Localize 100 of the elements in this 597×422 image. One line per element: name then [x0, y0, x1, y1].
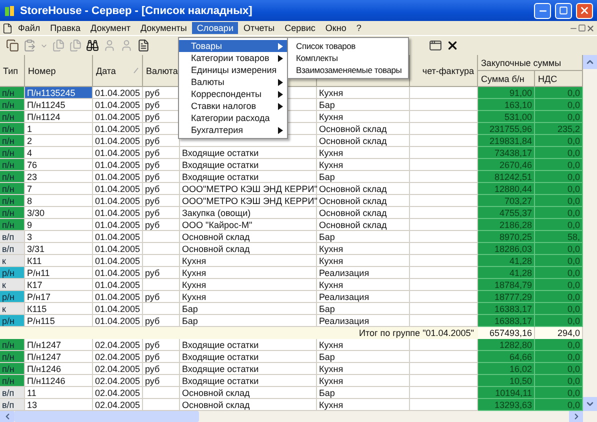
type-cell: в/п	[0, 243, 25, 255]
table-cell: Реализация	[317, 267, 410, 279]
table-cell: 531,00	[478, 111, 535, 123]
type-cell: п/н	[0, 375, 25, 387]
table-cell: 0,0	[535, 303, 583, 315]
table-cell: 16383,17	[478, 315, 535, 327]
table-cell: Р/н11	[25, 267, 93, 279]
table-cell: 16,02	[478, 363, 535, 375]
table-cell: Бар	[317, 231, 410, 243]
table-cell: 0,0	[535, 219, 583, 231]
table-cell: Входящие остатки	[180, 147, 317, 159]
table-cell: 01.04.2005	[93, 195, 143, 207]
table-cell: 01.04.2005	[93, 111, 143, 123]
type-cell: п/н	[0, 159, 25, 171]
table-cell: 01.04.2005	[93, 99, 143, 111]
table-cell: К11	[25, 255, 93, 267]
table-cell: 02.04.2005	[93, 339, 143, 351]
table-cell: 01.04.2005	[93, 135, 143, 147]
table-cell: 01.04.2005	[93, 243, 143, 255]
table-cell: 7	[25, 183, 93, 195]
type-cell: к	[0, 279, 25, 291]
table-cell: 91,00	[478, 87, 535, 99]
table-cell: 0,0	[535, 279, 583, 291]
table-cell: П/н1247	[25, 339, 93, 351]
type-cell: п/н	[0, 147, 25, 159]
table-cell: 76	[25, 159, 93, 171]
table-cell: Р/н17	[25, 291, 93, 303]
type-cell: п/н	[0, 171, 25, 183]
table-cell: Кухня	[317, 159, 410, 171]
table-cell: Входящие остатки	[180, 351, 317, 363]
table-cell: Бар	[317, 171, 410, 183]
table-cell: Кухня	[317, 255, 410, 267]
table-cell: руб	[143, 291, 180, 303]
table-cell: 11	[25, 387, 93, 399]
table-cell: 18777,29	[478, 291, 535, 303]
table-cell: 01.04.2005	[93, 279, 143, 291]
table-cell: П/н11246	[25, 375, 93, 387]
table-cell: 0,0	[535, 339, 583, 351]
table-cell: 0,0	[535, 99, 583, 111]
window-title: StoreHouse - Сервер - [Список накладных]	[20, 4, 254, 16]
table-cell: ООО "Кайрос-М"	[180, 219, 317, 231]
table-cell: руб	[143, 267, 180, 279]
table-cell: 9	[25, 219, 93, 231]
table-cell: Входящие остатки	[180, 171, 317, 183]
table-cell: Входящие остатки	[180, 363, 317, 375]
table-cell: 3/31	[25, 243, 93, 255]
table-cell: руб	[143, 183, 180, 195]
table-cell: 02.04.2005	[93, 387, 143, 399]
table-cell: 3/30	[25, 207, 93, 219]
table-cell: Кухня	[317, 375, 410, 387]
table-cell: 0,0	[535, 207, 583, 219]
table-cell: 0,0	[535, 363, 583, 375]
table-cell: 0,0	[535, 171, 583, 183]
table-cell: ООО"МЕТРО КЭШ ЭНД КЕРРИ"	[180, 183, 317, 195]
table-cell: 0,0	[535, 243, 583, 255]
table-cell: 01.04.2005	[93, 291, 143, 303]
table-cell: Закупка (овощи)	[180, 207, 317, 219]
table-cell: Реализация	[317, 291, 410, 303]
table-cell: 0,0	[535, 375, 583, 387]
table-cell: Кухня	[317, 279, 410, 291]
table-cell: Бар	[317, 351, 410, 363]
table-cell: ООО"МЕТРО КЭШ ЭНД КЕРРИ"	[180, 195, 317, 207]
type-cell: п/н	[0, 99, 25, 111]
type-cell: р/н	[0, 291, 25, 303]
total-label: Итог по группе "01.04.2005"	[358, 327, 475, 339]
type-cell: п/н	[0, 207, 25, 219]
table-cell: 16383,17	[478, 303, 535, 315]
table-cell: Кухня	[317, 87, 410, 99]
type-cell: п/н	[0, 183, 25, 195]
type-cell: к	[0, 255, 25, 267]
type-cell: п/н	[0, 339, 25, 351]
table-cell: 23	[25, 171, 93, 183]
table-cell: 2	[25, 135, 93, 147]
table-cell: Бар	[317, 99, 410, 111]
table-cell: руб	[143, 171, 180, 183]
table-cell: 01.04.2005	[93, 231, 143, 243]
type-cell: р/н	[0, 315, 25, 327]
table-cell: 01.04.2005	[93, 171, 143, 183]
table-cell: руб	[143, 159, 180, 171]
table-cell: Кухня	[180, 279, 317, 291]
table-cell: 73438,17	[478, 147, 535, 159]
table-cell: 0,0	[535, 387, 583, 399]
table-cell: 231755,96	[478, 123, 535, 135]
table-cell: 163,10	[478, 99, 535, 111]
table-cell: руб	[143, 339, 180, 351]
table-cell: 0,0	[535, 135, 583, 147]
table-cell: Бар	[317, 303, 410, 315]
table-cell: 01.04.2005	[93, 267, 143, 279]
table-cell: 10194,11	[478, 387, 535, 399]
type-cell: п/н	[0, 87, 25, 99]
table-cell: 8	[25, 195, 93, 207]
table-cell: 01.04.2005	[93, 159, 143, 171]
type-cell: р/н	[0, 267, 25, 279]
table-cell: Основной склад	[180, 243, 317, 255]
table-cell: Кухня	[317, 243, 410, 255]
type-cell: к	[0, 303, 25, 315]
table-cell: 0,0	[535, 315, 583, 327]
type-cell: п/н	[0, 123, 25, 135]
table-cell: 18286,03	[478, 243, 535, 255]
table-cell: 12880,44	[478, 183, 535, 195]
